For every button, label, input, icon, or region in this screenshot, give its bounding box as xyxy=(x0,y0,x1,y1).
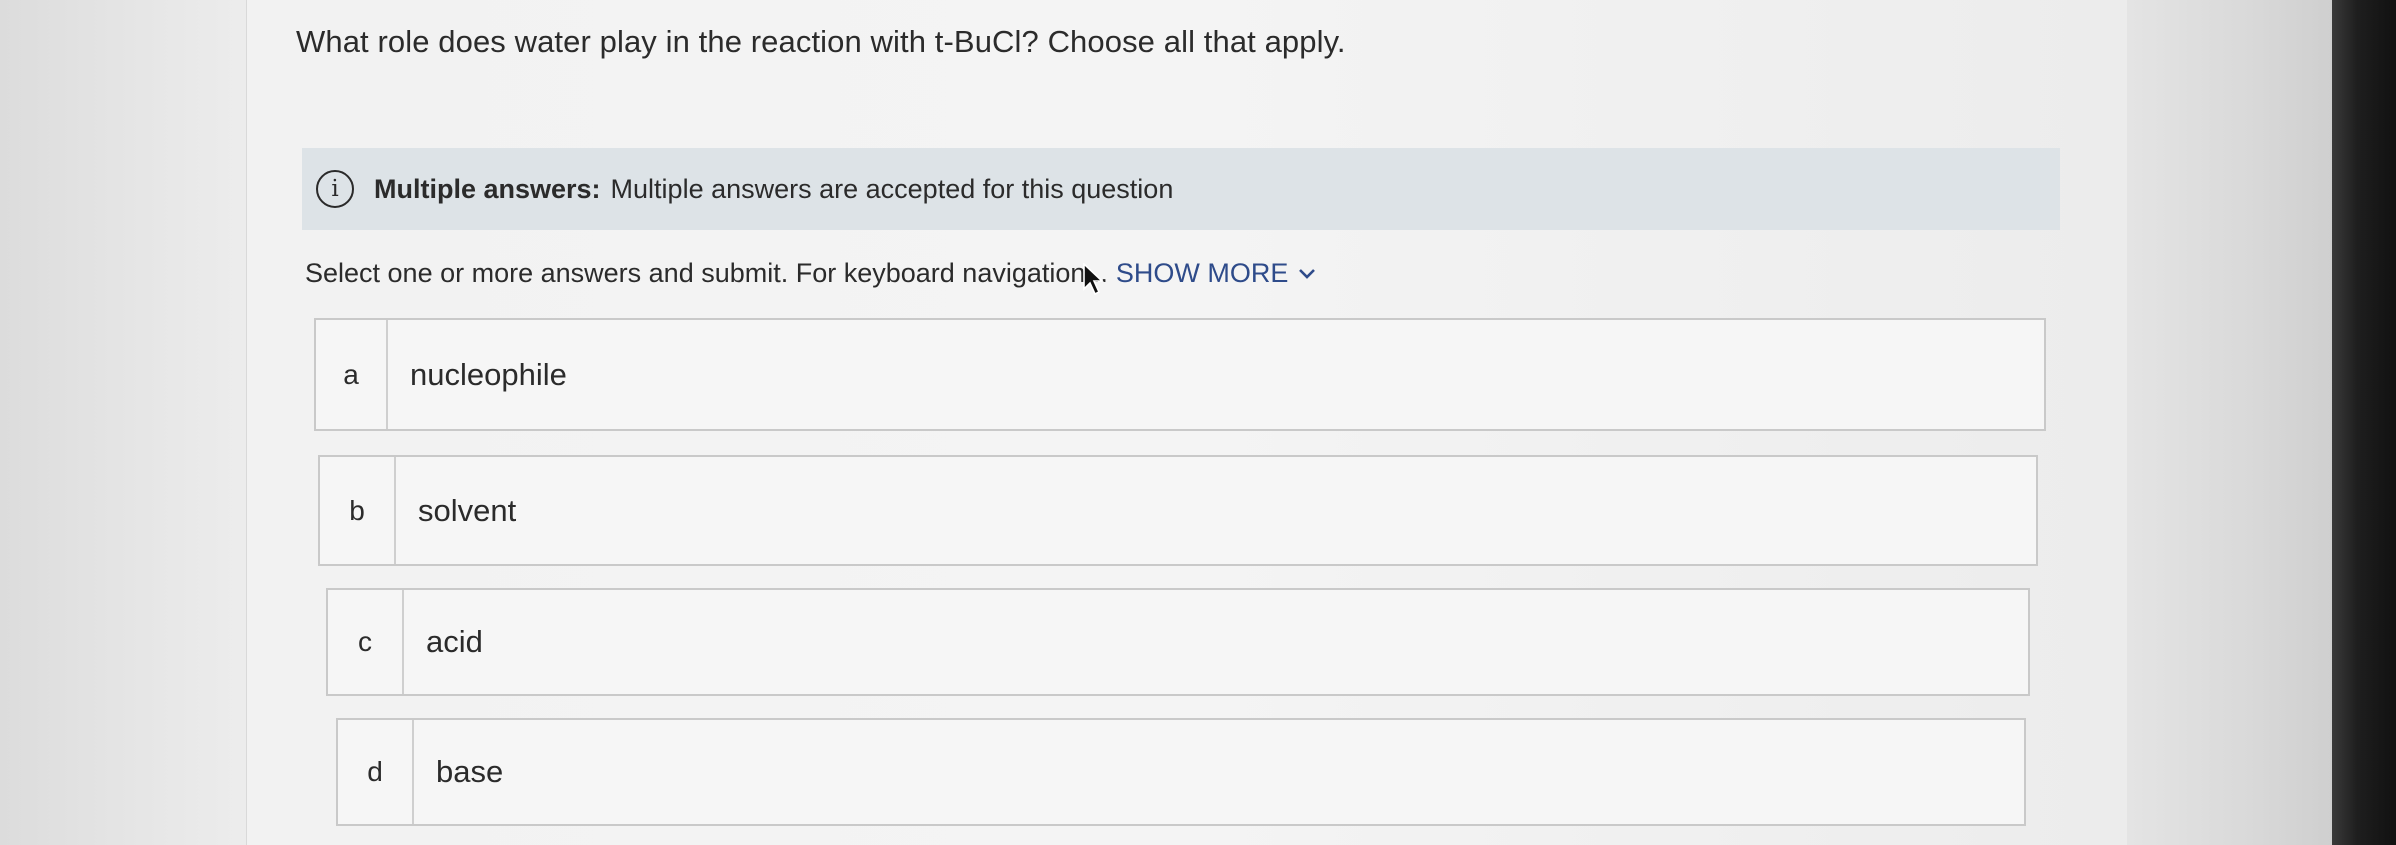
info-icon: i xyxy=(316,170,354,208)
instructions: Select one or more answers and submit. F… xyxy=(305,258,1316,289)
chevron-down-icon xyxy=(1299,268,1316,279)
answer-option-d[interactable]: d base xyxy=(336,718,2026,826)
screen-bezel xyxy=(2332,0,2396,845)
option-text: acid xyxy=(426,624,483,659)
info-banner: i Multiple answers: Multiple answers are… xyxy=(302,148,2060,230)
show-more-label: SHOW MORE xyxy=(1115,258,1289,288)
option-letter: b xyxy=(320,457,396,564)
instructions-text: Select one or more answers and submit. F… xyxy=(305,258,1108,288)
option-text: nucleophile xyxy=(410,356,567,392)
show-more-link[interactable]: SHOW MORE xyxy=(1116,258,1317,289)
option-letter: c xyxy=(328,590,404,694)
answer-option-b[interactable]: b solvent xyxy=(318,455,2038,566)
answer-option-c[interactable]: c acid xyxy=(326,588,2030,696)
option-text: base xyxy=(436,754,504,789)
mouse-cursor-icon xyxy=(1083,263,1105,296)
question-text: What role does water play in the reactio… xyxy=(296,24,1346,59)
answer-option-a[interactable]: a nucleophile xyxy=(314,318,2046,431)
banner-label: Multiple answers: xyxy=(374,173,601,204)
option-letter: a xyxy=(316,320,388,429)
banner-text: Multiple answers are accepted for this q… xyxy=(610,173,1174,204)
option-text: solvent xyxy=(418,492,517,528)
option-letter: d xyxy=(338,720,414,824)
right-margin xyxy=(2127,0,2332,845)
